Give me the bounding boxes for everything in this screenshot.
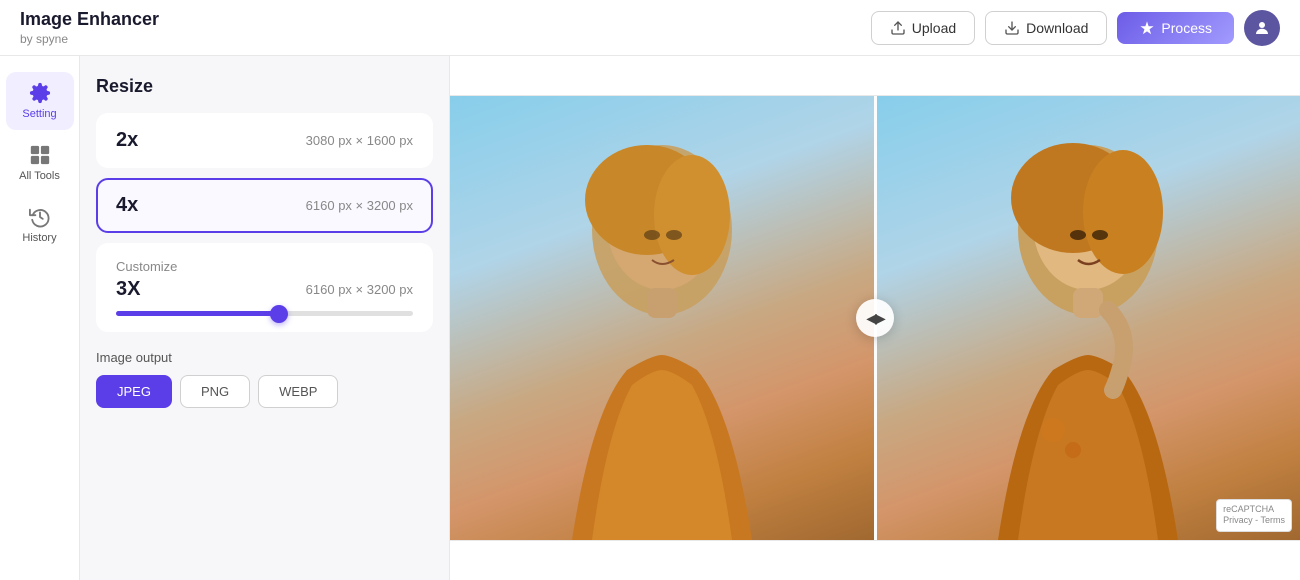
format-webp-button[interactable]: WEBP xyxy=(258,375,338,408)
customize-box: Customize 3X 6160 px × 3200 px xyxy=(96,243,433,332)
sidebar-item-all-tools[interactable]: All Tools xyxy=(6,134,74,192)
download-button[interactable]: Download xyxy=(985,11,1107,45)
avatar[interactable] xyxy=(1244,10,1280,46)
upload-icon xyxy=(890,20,906,36)
customize-title: Customize xyxy=(116,259,413,274)
recaptcha-badge: reCAPTCHA Privacy - Terms xyxy=(1216,499,1292,532)
image-container: ◀▶ xyxy=(450,96,1300,540)
sidebar-item-setting-label: Setting xyxy=(22,108,56,120)
slider-fill xyxy=(116,311,279,316)
history-icon xyxy=(29,206,51,228)
sparkle-icon xyxy=(1139,20,1155,36)
recaptcha-links: Privacy - Terms xyxy=(1223,515,1285,527)
output-formats: JPEG PNG WEBP xyxy=(96,375,433,408)
sidebar-item-all-tools-label: All Tools xyxy=(19,170,60,182)
slider-thumb[interactable] xyxy=(270,305,288,323)
divider-handle[interactable]: ◀▶ xyxy=(856,299,894,337)
sidebar-item-setting[interactable]: Setting xyxy=(6,72,74,130)
resize-option-4x[interactable]: 4x 6160 px × 3200 px xyxy=(96,178,433,233)
sidebar: Setting All Tools History xyxy=(0,56,80,580)
customize-value: 3X xyxy=(116,278,140,301)
panel-title: Resize xyxy=(96,76,433,97)
image-left xyxy=(450,96,874,540)
resize-4x-label: 4x xyxy=(116,194,138,217)
person-left xyxy=(452,130,872,540)
app-title: Image Enhancer xyxy=(20,9,159,30)
output-label: Image output xyxy=(96,350,433,365)
gear-icon xyxy=(29,82,51,104)
download-icon xyxy=(1004,20,1020,36)
customize-dims: 6160 px × 3200 px xyxy=(306,282,413,297)
header: Image Enhancer by spyne Upload Download … xyxy=(0,0,1300,56)
format-png-button[interactable]: PNG xyxy=(180,375,250,408)
header-left: Image Enhancer by spyne xyxy=(20,9,159,46)
handle-arrows-icon: ◀▶ xyxy=(866,310,884,327)
app-subtitle: by spyne xyxy=(20,32,159,46)
header-actions: Upload Download Process xyxy=(871,10,1280,46)
resize-4x-dims: 6160 px × 3200 px xyxy=(306,198,413,213)
panel: Resize 2x 3080 px × 1600 px 4x 6160 px ×… xyxy=(80,56,450,580)
canvas-top-bar xyxy=(450,56,1300,96)
slider-track[interactable] xyxy=(116,311,413,316)
customize-row: 3X 6160 px × 3200 px xyxy=(116,278,413,301)
format-jpeg-button[interactable]: JPEG xyxy=(96,375,172,408)
process-button[interactable]: Process xyxy=(1117,12,1234,44)
image-right xyxy=(877,96,1300,540)
person-icon xyxy=(1253,19,1271,37)
resize-2x-dims: 3080 px × 1600 px xyxy=(306,133,413,148)
upload-button[interactable]: Upload xyxy=(871,11,975,45)
canvas-area: ◀▶ xyxy=(450,56,1300,580)
resize-option-2x[interactable]: 2x 3080 px × 1600 px xyxy=(96,113,433,168)
output-section: Image output JPEG PNG WEBP xyxy=(96,350,433,408)
person-right xyxy=(878,130,1298,540)
sidebar-item-history[interactable]: History xyxy=(6,196,74,254)
tools-icon xyxy=(29,144,51,166)
canvas-bottom-bar xyxy=(450,540,1300,580)
resize-2x-label: 2x xyxy=(116,129,138,152)
recaptcha-text: reCAPTCHA xyxy=(1223,504,1285,516)
app-name-block: Image Enhancer by spyne xyxy=(20,9,159,46)
sidebar-item-history-label: History xyxy=(22,232,56,244)
main: Setting All Tools History Resize 2x xyxy=(0,56,1300,580)
